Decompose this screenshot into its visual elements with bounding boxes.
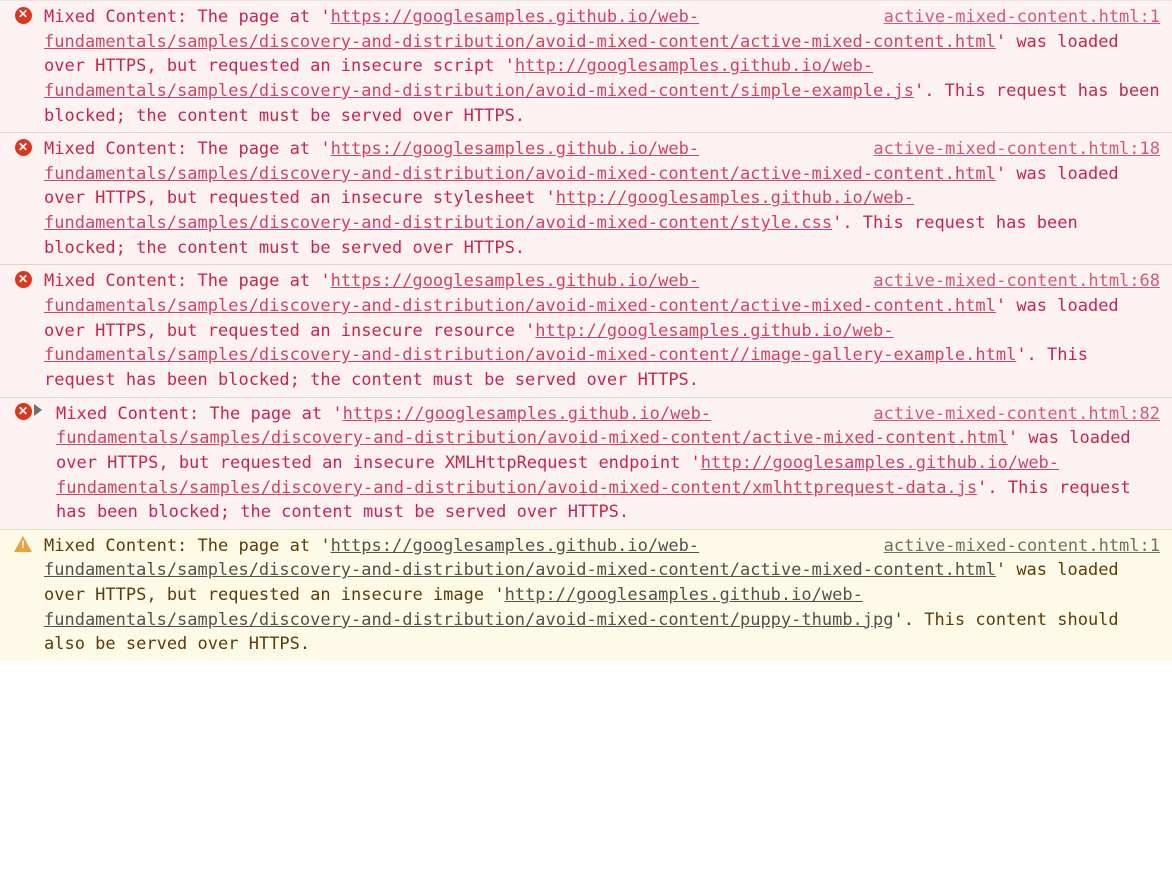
expand-caret-icon[interactable] (34, 404, 42, 416)
message-source-link[interactable]: active-mixed-content.html:1 (884, 534, 1160, 559)
console-message[interactable]: ✕active-mixed-content.html:1Mixed Conten… (0, 0, 1172, 132)
error-icon: ✕ (14, 6, 32, 24)
console-message[interactable]: ✕active-mixed-content.html:18Mixed Conte… (0, 132, 1172, 264)
error-icon: ✕ (14, 270, 32, 288)
console-message[interactable]: ✕active-mixed-content.html:82Mixed Conte… (0, 397, 1172, 529)
message-source-link[interactable]: active-mixed-content.html:1 (884, 5, 1160, 30)
console-message[interactable]: ✕active-mixed-content.html:68Mixed Conte… (0, 264, 1172, 396)
console-log: ✕ active-mixed-content.html:1Mixed Conten… (0, 0, 1172, 661)
message-source-link[interactable]: active-mixed-content.html:68 (873, 269, 1160, 294)
message-source-link[interactable]: active-mixed-content.html:82 (873, 402, 1160, 427)
warning-icon (14, 535, 32, 553)
console-message[interactable]: active-mixed-content.html:1Mixed Content… (0, 529, 1172, 661)
error-icon: ✕ (14, 138, 32, 156)
message-source-link[interactable]: active-mixed-content.html:18 (873, 137, 1160, 162)
error-icon: ✕ (14, 403, 32, 421)
